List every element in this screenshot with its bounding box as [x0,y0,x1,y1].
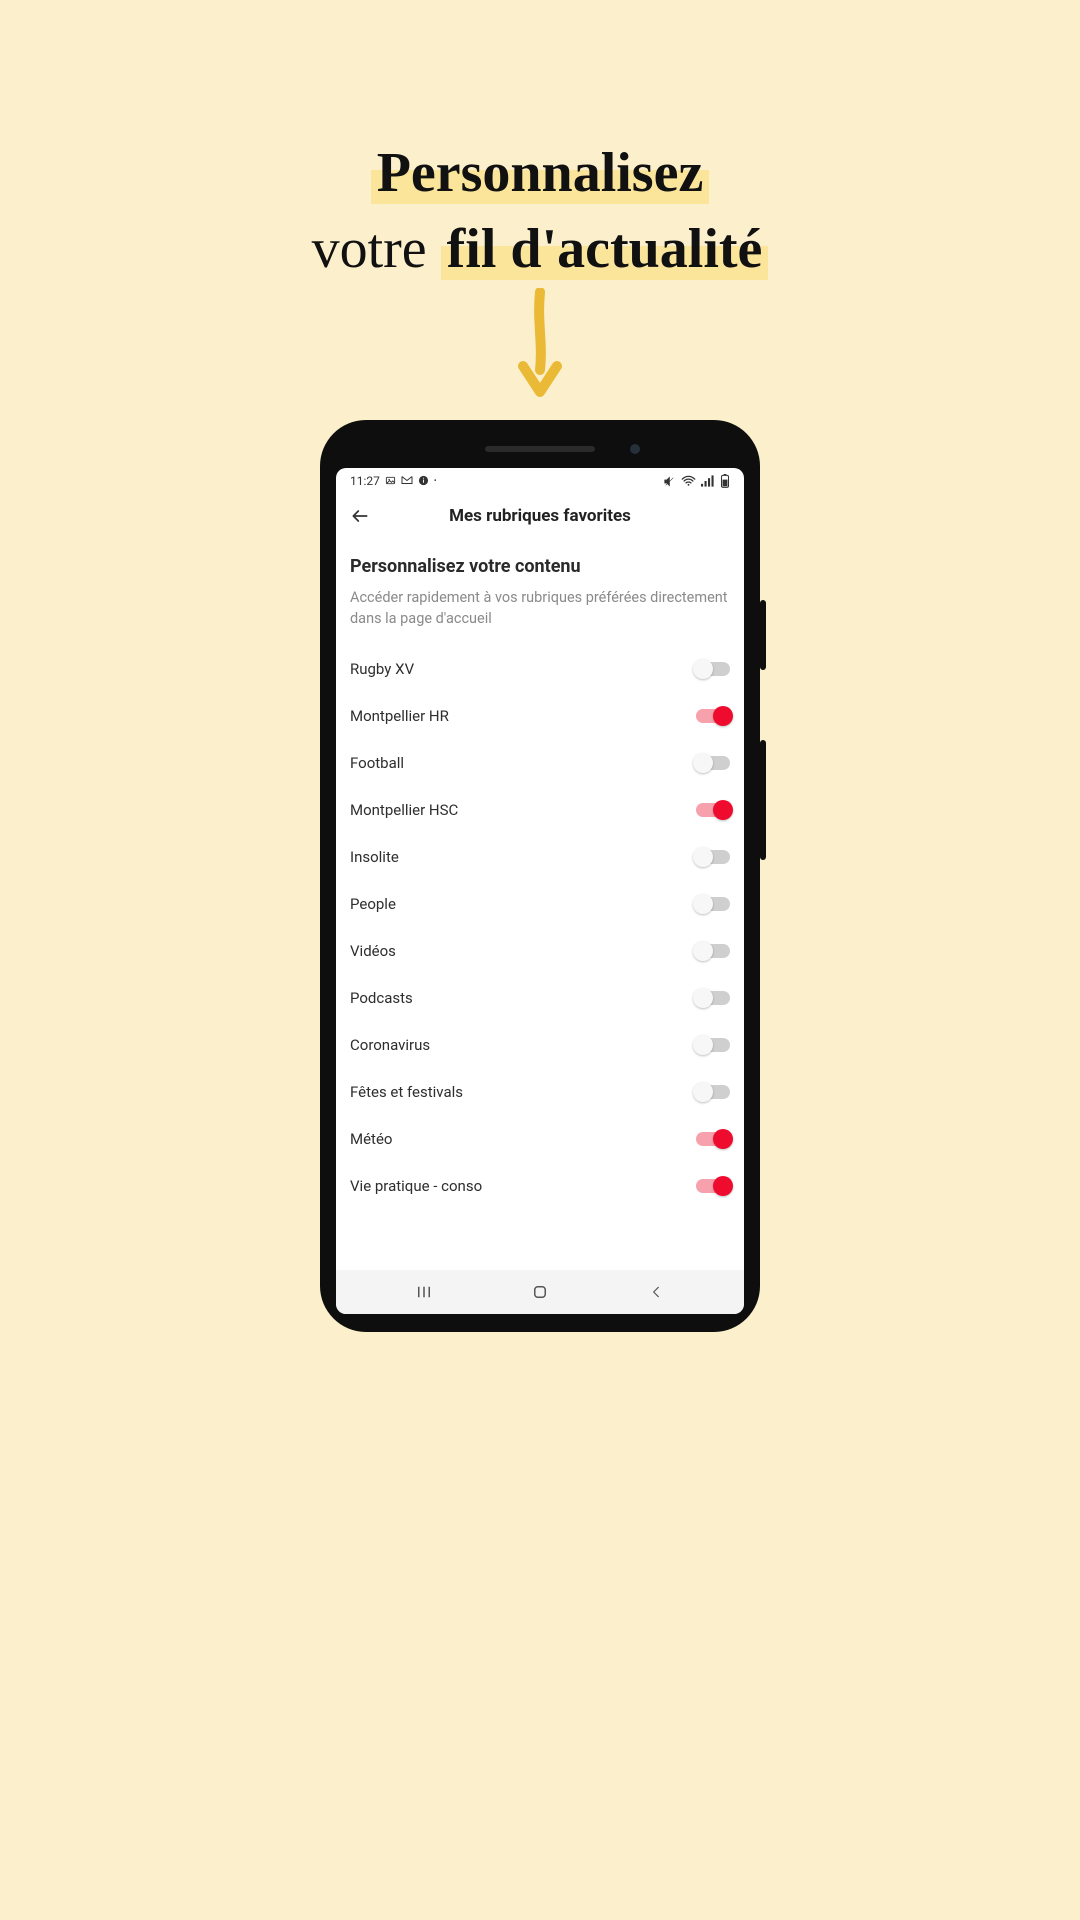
toggle-knob [693,988,713,1008]
preference-label: Montpellier HSC [350,801,458,819]
preference-label: Rugby XV [350,660,414,678]
headline-word-2: votre [312,218,427,280]
info-icon [418,475,429,488]
section-subtitle: Accéder rapidement à vos rubriques préfé… [350,587,730,629]
preference-label: Coronavirus [350,1036,430,1054]
toggle-knob [693,1035,713,1055]
preference-toggle[interactable] [696,803,730,817]
preference-label: Insolite [350,848,399,866]
gmail-icon [401,475,413,487]
android-home-button[interactable] [510,1283,570,1301]
preference-row: Fêtes et festivals [350,1068,730,1115]
toggle-knob [693,941,713,961]
preference-toggle[interactable] [696,1132,730,1146]
preference-row: Coronavirus [350,1021,730,1068]
more-dot-icon: • [434,477,437,485]
preference-row: Montpellier HSC [350,786,730,833]
preference-label: Vie pratique - conso [350,1177,482,1195]
toggle-knob [693,847,713,867]
preference-toggle[interactable] [696,709,730,723]
status-bar: 11:27 • [336,468,744,494]
preference-label: Météo [350,1130,392,1148]
toggle-knob [713,706,733,726]
preference-row: Météo [350,1115,730,1162]
page-title: Mes rubriques favorites [346,506,734,526]
android-recents-button[interactable] [394,1283,454,1301]
preference-label: Montpellier HR [350,707,449,725]
toggle-knob [693,894,713,914]
preference-row: Vie pratique - conso [350,1162,730,1209]
headline-word-1: Personnalisez [371,142,710,204]
preference-toggle[interactable] [696,1038,730,1052]
preference-toggle[interactable] [696,850,730,864]
signal-icon [701,475,715,487]
preference-label: People [350,895,396,913]
marketing-headline: Personnalisez votre fil d'actualité [0,138,1080,284]
toggle-knob [713,1176,733,1196]
section-title: Personnalisez votre contenu [350,556,730,577]
preference-toggle[interactable] [696,991,730,1005]
preference-label: Football [350,754,404,772]
phone-side-button [760,600,766,670]
preference-toggle[interactable] [696,662,730,676]
preference-toggle[interactable] [696,944,730,958]
arrow-down-icon [515,288,565,404]
toggle-knob [693,753,713,773]
preference-row: Vidéos [350,927,730,974]
app-bar: Mes rubriques favorites [336,494,744,538]
preference-toggle[interactable] [696,1085,730,1099]
preference-row: Football [350,739,730,786]
battery-icon [720,474,730,488]
mute-icon [663,475,676,488]
image-icon [385,475,396,488]
wifi-icon [681,475,696,487]
phone-screen: 11:27 • [336,468,744,1314]
toggle-knob [693,1082,713,1102]
toggle-knob [693,659,713,679]
preference-row: Insolite [350,833,730,880]
preference-row: Rugby XV [350,645,730,692]
preference-toggle[interactable] [696,1179,730,1193]
preference-row: Podcasts [350,974,730,1021]
toggle-knob [713,800,733,820]
toggle-knob [713,1129,733,1149]
preference-row: Montpellier HR [350,692,730,739]
preference-label: Vidéos [350,942,396,960]
phone-frame: 11:27 • [320,420,760,1332]
preference-label: Fêtes et festivals [350,1083,463,1101]
android-nav-bar [336,1270,744,1314]
phone-side-button [760,740,766,860]
status-time: 11:27 [350,474,380,488]
preference-row: People [350,880,730,927]
preference-label: Podcasts [350,989,413,1007]
android-back-button[interactable] [626,1283,686,1301]
content-area: Personnalisez votre contenu Accéder rapi… [336,538,744,1270]
preference-toggle[interactable] [696,897,730,911]
preference-toggle[interactable] [696,756,730,770]
headline-word-3: fil d'actualité [441,218,769,280]
